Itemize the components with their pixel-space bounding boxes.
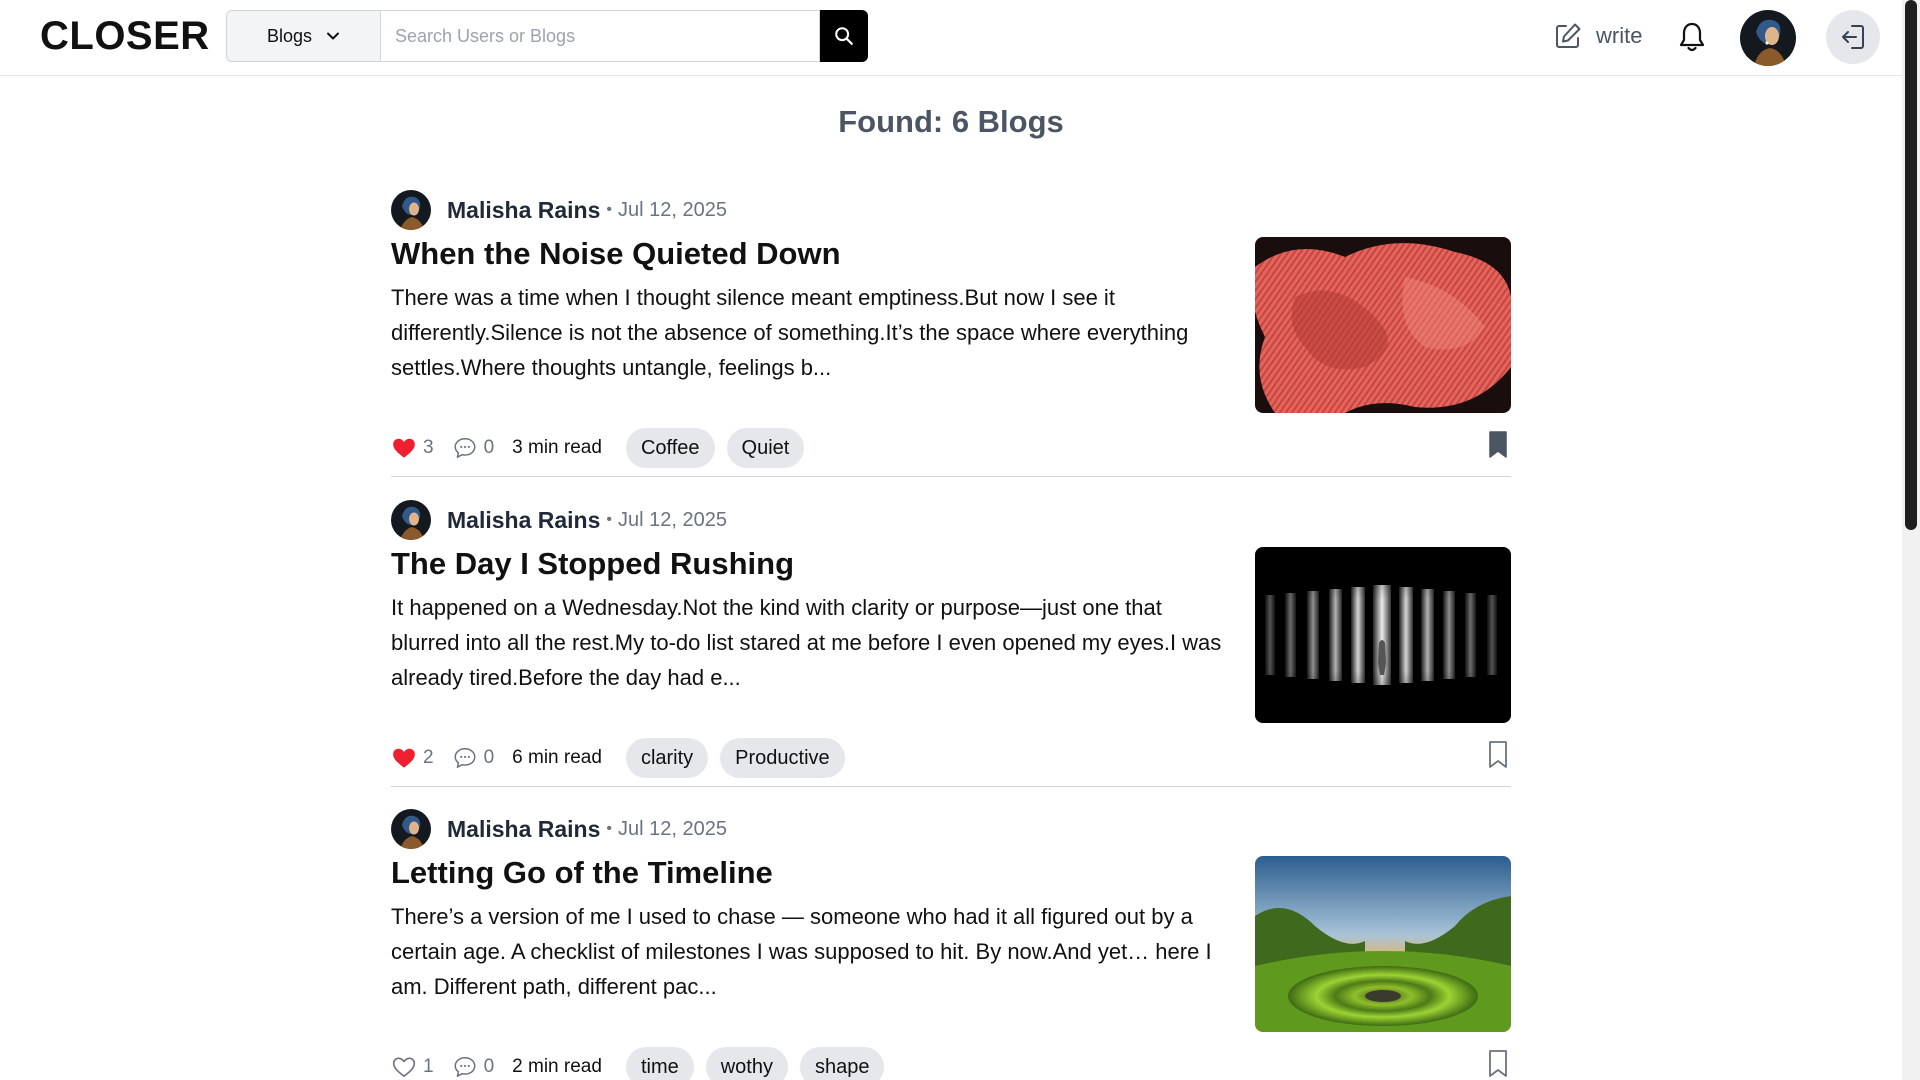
avatar-image (1740, 10, 1796, 66)
chevron-down-icon (327, 32, 340, 40)
tag-chip[interactable]: wothy (705, 1047, 788, 1080)
card-divider (391, 476, 1511, 477)
logout-button[interactable] (1826, 10, 1880, 64)
post-excerpt: There was a time when I thought silence … (391, 285, 1189, 380)
comment-count: 0 (483, 747, 495, 768)
comment-icon (454, 1057, 476, 1077)
separator-dot: • (606, 820, 612, 837)
comment-button[interactable]: 0 (452, 745, 495, 771)
post-meta: Malisha Rains • Jul 12, 2025 (391, 809, 727, 849)
author-name[interactable]: Malisha Rains (447, 197, 600, 224)
read-time: 6 min read (512, 747, 602, 768)
tag-chip[interactable]: Productive (720, 738, 845, 778)
post-date: Jul 12, 2025 (618, 817, 727, 840)
like-button[interactable]: 3 (391, 435, 434, 461)
scrollbar-thumb[interactable] (1905, 0, 1917, 530)
tag-chip[interactable]: clarity (625, 738, 709, 778)
comment-icon (454, 748, 476, 768)
post-title[interactable]: When the Noise Quieted Down (391, 236, 841, 272)
heart-outline-icon (392, 1057, 416, 1078)
post-title[interactable]: The Day I Stopped Rushing (391, 546, 794, 582)
search-icon (835, 27, 853, 45)
post-meta: Malisha Rains • Jul 12, 2025 (391, 500, 727, 540)
heart-filled-icon (393, 438, 415, 458)
post-title[interactable]: Letting Go of the Timeline (391, 855, 773, 891)
author-avatar[interactable] (391, 500, 431, 540)
top-navbar: CLOSER Blogs write (0, 0, 1902, 76)
read-time: 3 min read (512, 437, 602, 458)
author-name[interactable]: Malisha Rains (447, 507, 600, 534)
write-label: write (1596, 23, 1643, 48)
user-avatar[interactable] (1740, 10, 1796, 66)
bell-icon[interactable] (1676, 20, 1708, 54)
read-time: 2 min read (512, 1056, 602, 1077)
heart-filled-icon (393, 748, 415, 768)
write-button[interactable]: write (1552, 20, 1642, 52)
post-actions: 2 0 6 min read clarity Productive (391, 738, 857, 778)
bookmark-filled-icon[interactable] (1487, 430, 1509, 460)
post-actions: 1 0 2 min read time wothy shape (391, 1047, 896, 1080)
tag-chip[interactable]: Quiet (726, 428, 805, 468)
post-excerpt: There’s a version of me I used to chase … (391, 904, 1212, 999)
results-count: Found: 6 Blogs (838, 104, 1064, 139)
comment-button[interactable]: 0 (452, 1054, 495, 1080)
search-type-dropdown[interactable]: Blogs (226, 10, 380, 62)
search-input[interactable] (380, 10, 820, 62)
post-date: Jul 12, 2025 (618, 198, 727, 221)
like-count: 2 (423, 747, 434, 768)
app-logo[interactable]: CLOSER (40, 14, 210, 59)
post-date: Jul 12, 2025 (618, 508, 727, 531)
separator-dot: • (606, 511, 612, 528)
pencil-square-icon (1556, 23, 1581, 48)
tag-chip[interactable]: shape (799, 1047, 885, 1080)
author-name[interactable]: Malisha Rains (447, 816, 600, 843)
bookmark-outline-icon[interactable] (1487, 1049, 1509, 1079)
search-type-label: Blogs (266, 25, 313, 46)
post-thumbnail[interactable] (1255, 856, 1511, 1032)
like-count: 1 (423, 1056, 434, 1077)
post-thumbnail[interactable] (1255, 237, 1511, 413)
tag-chip[interactable]: time (625, 1047, 694, 1080)
post-meta: Malisha Rains • Jul 12, 2025 (391, 190, 727, 230)
search-bar: Blogs (226, 10, 868, 62)
author-avatar[interactable] (391, 190, 431, 230)
comment-count: 0 (483, 437, 495, 458)
separator-dot: • (606, 201, 612, 218)
tag-chip[interactable]: Coffee (625, 428, 715, 468)
bookmark-outline-icon[interactable] (1487, 740, 1509, 770)
search-button[interactable] (820, 10, 868, 62)
comment-icon (454, 438, 476, 458)
post-excerpt: It happened on a Wednesday.Not the kind … (391, 595, 1222, 690)
like-count: 3 (423, 437, 434, 458)
post-thumbnail[interactable] (1255, 547, 1511, 723)
comment-button[interactable]: 0 (452, 435, 495, 461)
page-scrollbar[interactable] (1902, 0, 1920, 1080)
post-actions: 3 0 3 min read Coffee Quiet (391, 428, 816, 468)
author-avatar[interactable] (391, 809, 431, 849)
like-button[interactable]: 1 (391, 1054, 434, 1080)
like-button[interactable]: 2 (391, 745, 434, 771)
card-divider (391, 786, 1511, 787)
logout-icon (1842, 25, 1864, 49)
comment-count: 0 (483, 1056, 495, 1077)
